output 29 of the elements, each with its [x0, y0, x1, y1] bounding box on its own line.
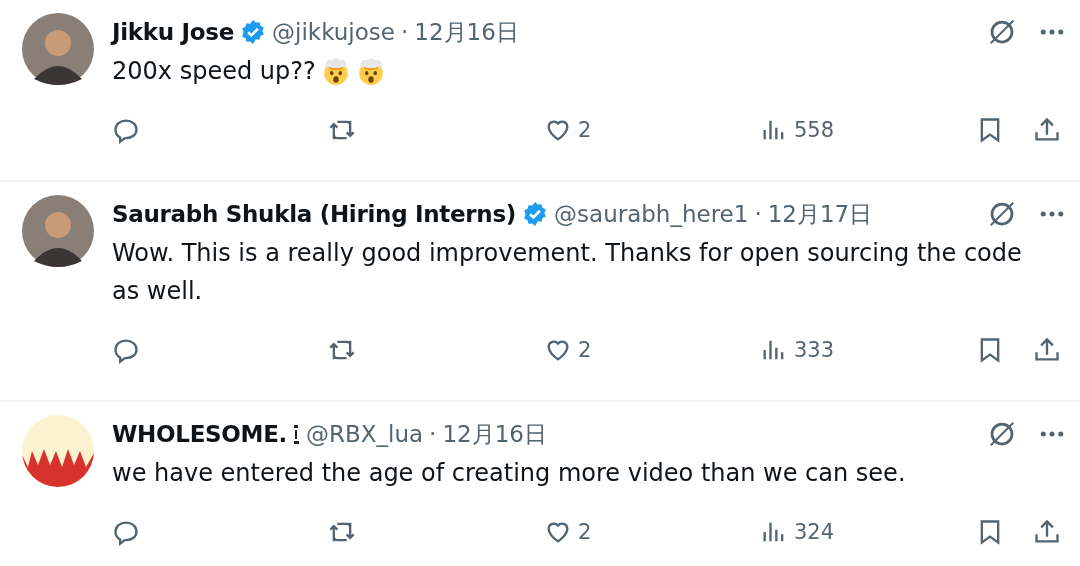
slashed-circle-icon[interactable] [987, 17, 1017, 47]
share-icon[interactable] [1033, 336, 1061, 364]
view-count: 324 [794, 520, 835, 544]
post-date[interactable]: 12月17日 [767, 198, 873, 230]
post-date[interactable]: 12月16日 [442, 418, 547, 450]
share-icon[interactable] [1033, 518, 1061, 546]
author-handle[interactable]: @saurabh_here1 [554, 201, 749, 227]
avatar[interactable] [22, 13, 94, 85]
post-text: we have entered the age of creating more video than we can see. [112, 458, 906, 489]
like-count: 2 [578, 118, 592, 142]
author-name[interactable]: WHOLESOME. [112, 421, 287, 447]
separator-dot: · [400, 19, 409, 45]
post-date[interactable]: 12月16日 [414, 16, 519, 48]
slashed-circle-icon[interactable] [987, 419, 1017, 449]
post-text: 200x speed up?? [112, 56, 316, 87]
post-text: Wow. This is a really good improvement. Thanks for open sourcing the code as well. [112, 238, 1023, 307]
share-icon[interactable] [1033, 116, 1061, 144]
like-count: 2 [578, 338, 592, 362]
author-name[interactable]: Saurabh Shukla (Hiring Interns) [112, 201, 517, 227]
separator-dot: · [754, 201, 762, 227]
separator-dot: · [429, 421, 437, 447]
author-name[interactable]: Jikku Jose [112, 19, 235, 45]
avatar[interactable] [22, 195, 94, 267]
author-handle[interactable]: @RBX_lua [306, 421, 424, 447]
view-count: 333 [794, 338, 835, 362]
slashed-circle-icon[interactable] [987, 199, 1017, 229]
view-count: 558 [794, 118, 835, 142]
like-count: 2 [578, 520, 592, 544]
author-handle[interactable]: @jikkujose [272, 19, 395, 45]
